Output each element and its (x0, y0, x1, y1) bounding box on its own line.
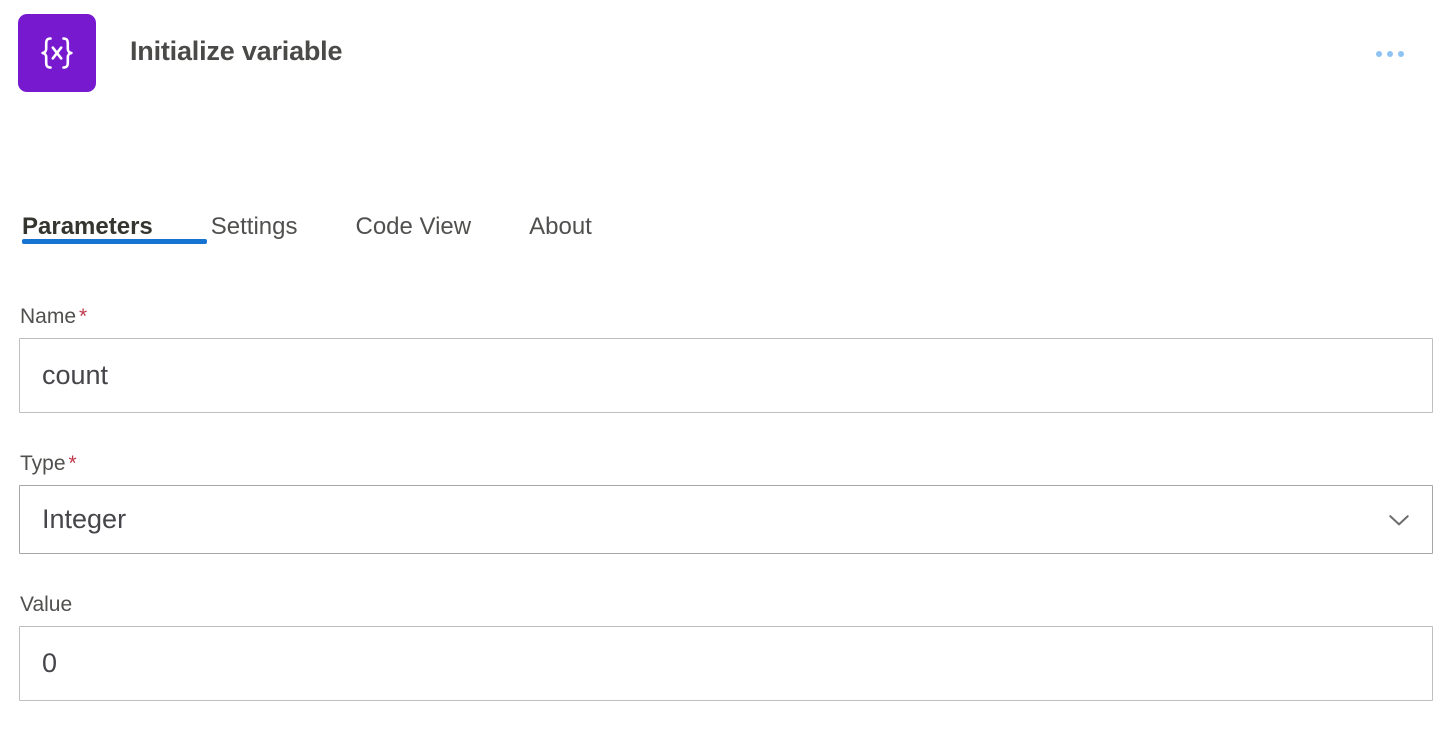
tab-parameters-label: Parameters (22, 213, 153, 240)
tab-code-view-label: Code View (355, 213, 472, 240)
ellipsis-dot-2 (1387, 51, 1393, 57)
type-select[interactable]: Integer (19, 485, 1433, 554)
type-label-text: Type (20, 452, 66, 475)
type-label: Type * (20, 453, 1433, 474)
variable-braces-icon (18, 14, 96, 92)
type-select-wrapper: Integer (19, 485, 1433, 554)
name-input[interactable] (19, 338, 1433, 413)
type-required-asterisk: * (68, 452, 77, 475)
tab-about-label: About (529, 213, 592, 240)
more-commands-button[interactable] (1369, 33, 1411, 75)
node-header: Initialize variable (0, 0, 1452, 107)
value-input[interactable] (19, 626, 1433, 701)
field-type: Type * Integer (19, 453, 1433, 554)
tab-about[interactable]: About (529, 186, 610, 258)
value-label: Value (20, 594, 1433, 615)
type-selected-value: Integer (42, 504, 127, 534)
tab-parameters[interactable]: Parameters (22, 186, 207, 258)
name-required-asterisk: * (79, 305, 88, 328)
tab-settings[interactable]: Settings (211, 186, 316, 258)
node-title: Initialize variable (130, 36, 343, 66)
tab-active-indicator (22, 239, 207, 244)
field-name: Name * (19, 306, 1433, 413)
name-label: Name * (20, 306, 1433, 327)
tab-settings-label: Settings (210, 213, 298, 240)
ellipsis-dot-3 (1398, 51, 1404, 57)
tab-list: Parameters Settings Code View About (0, 186, 1452, 258)
name-label-text: Name (20, 305, 77, 328)
field-value: Value (19, 594, 1433, 701)
tab-code-view[interactable]: Code View (355, 186, 489, 258)
ellipsis-dot-1 (1376, 51, 1382, 57)
value-label-text: Value (20, 593, 73, 616)
